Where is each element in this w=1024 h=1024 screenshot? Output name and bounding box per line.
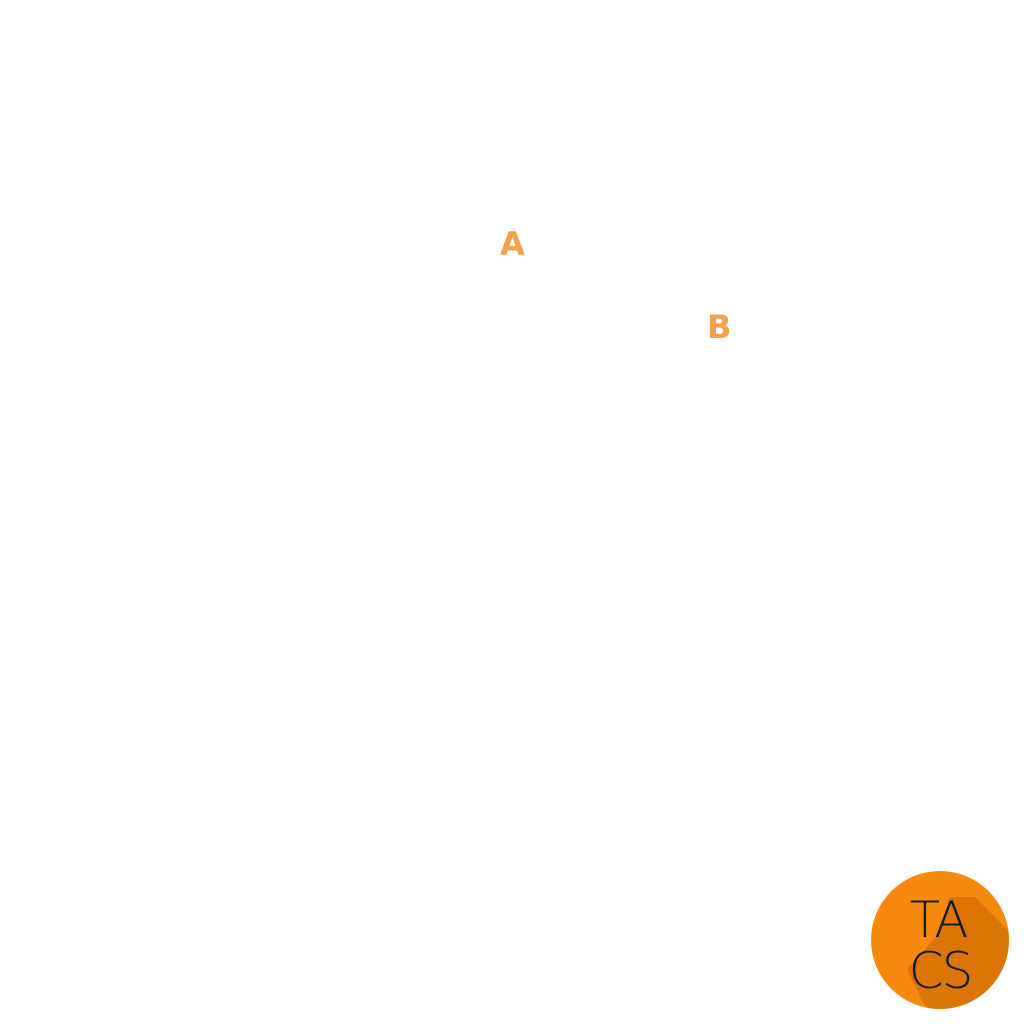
tacs-logo: TA CS [871, 871, 1009, 1009]
point-label-b: B [707, 308, 732, 346]
canvas: A B TA CS [0, 0, 1024, 1024]
point-label-a: A [500, 225, 525, 263]
logo-text-line2: CS [909, 942, 972, 1000]
logo-text-line1: TA [910, 891, 968, 949]
